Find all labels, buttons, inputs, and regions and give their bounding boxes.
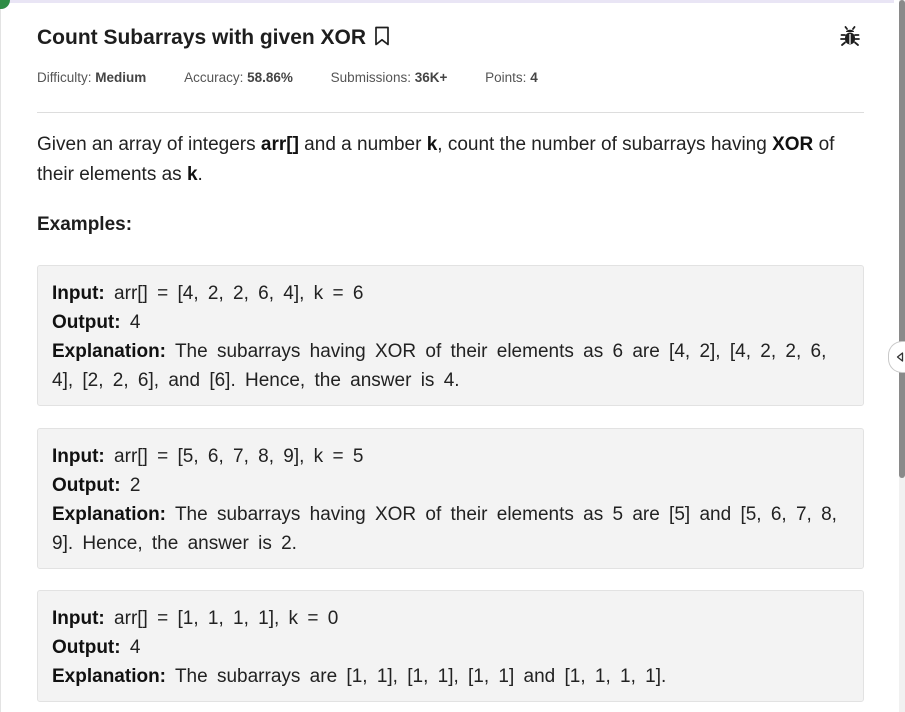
input-value: arr[] = [5, 6, 7, 8, 9], k = 5 xyxy=(114,446,364,467)
bookmark-icon[interactable] xyxy=(374,26,390,50)
input-label: Input: xyxy=(52,446,105,467)
collapse-panel-button[interactable] xyxy=(888,341,905,373)
points-value: 4 xyxy=(530,70,538,85)
difficulty: Difficulty: Medium xyxy=(37,70,146,85)
output-value: 4 xyxy=(129,312,141,333)
explanation-label: Explanation: xyxy=(52,341,167,362)
description-text: and a number xyxy=(298,134,427,155)
explanation-value: The subarrays having XOR of their elemen… xyxy=(52,341,827,391)
description-bold: arr[] xyxy=(260,134,299,155)
problem-title: Count Subarrays with given XOR xyxy=(37,26,367,49)
points: Points: 4 xyxy=(485,70,538,85)
description-bold: k xyxy=(426,134,438,155)
example-explanation: Explanation: The subarrays having XOR of… xyxy=(52,500,849,558)
description-bold: XOR xyxy=(772,134,814,155)
output-value: 2 xyxy=(129,475,141,496)
divider xyxy=(37,112,864,113)
title-row: Count Subarrays with given XOR xyxy=(37,24,864,52)
problem-panel: Count Subarrays with given XOR Difficult… xyxy=(0,0,894,712)
difficulty-label: Difficulty: xyxy=(37,70,92,85)
example-output: Output: 4 xyxy=(52,633,849,662)
example-block: Input: arr[] = [1, 1, 1, 1], k = 0 Outpu… xyxy=(37,590,864,702)
description-text: Given an array of integers xyxy=(37,134,261,155)
scrollbar-thumb[interactable] xyxy=(899,0,905,478)
problem-meta: Difficulty: Medium Accuracy: 58.86% Subm… xyxy=(37,70,572,85)
submissions-label: Submissions: xyxy=(330,70,411,85)
accuracy-value: 58.86% xyxy=(247,70,293,85)
output-label: Output: xyxy=(52,312,121,333)
description-bold: k xyxy=(186,164,198,185)
example-block: Input: arr[] = [5, 6, 7, 8, 9], k = 5 Ou… xyxy=(37,428,864,569)
corner-badge xyxy=(0,0,10,9)
explanation-label: Explanation: xyxy=(52,666,167,687)
difficulty-value: Medium xyxy=(95,70,147,85)
submissions-value: 36K+ xyxy=(414,70,448,85)
example-block: Input: arr[] = [4, 2, 2, 6, 4], k = 6 Ou… xyxy=(37,265,864,406)
problem-description: Given an array of integers arr[] and a n… xyxy=(37,130,864,190)
example-explanation: Explanation: The subarrays are [1, 1], [… xyxy=(52,662,849,691)
example-explanation: Explanation: The subarrays having XOR of… xyxy=(52,337,849,395)
input-label: Input: xyxy=(52,608,105,629)
output-value: 4 xyxy=(129,637,141,658)
example-output: Output: 2 xyxy=(52,471,849,500)
input-value: arr[] = [4, 2, 2, 6, 4], k = 6 xyxy=(114,283,364,304)
explanation-value: The subarrays are [1, 1], [1, 1], [1, 1]… xyxy=(174,666,667,687)
input-label: Input: xyxy=(52,283,105,304)
description-text: . xyxy=(197,164,203,185)
example-output: Output: 4 xyxy=(52,308,849,337)
accuracy: Accuracy: 58.86% xyxy=(184,70,293,85)
accuracy-label: Accuracy: xyxy=(184,70,244,85)
bug-icon[interactable] xyxy=(840,26,860,52)
output-label: Output: xyxy=(52,475,121,496)
explanation-label: Explanation: xyxy=(52,504,167,525)
points-label: Points: xyxy=(485,70,527,85)
explanation-value: The subarrays having XOR of their elemen… xyxy=(52,504,837,554)
input-value: arr[] = [1, 1, 1, 1], k = 0 xyxy=(114,608,339,629)
top-border xyxy=(1,0,894,3)
example-input: Input: arr[] = [5, 6, 7, 8, 9], k = 5 xyxy=(52,442,849,471)
output-label: Output: xyxy=(52,637,121,658)
example-input: Input: arr[] = [4, 2, 2, 6, 4], k = 6 xyxy=(52,279,849,308)
description-text: , count the number of subarrays having xyxy=(437,134,773,155)
example-input: Input: arr[] = [1, 1, 1, 1], k = 0 xyxy=(52,604,849,633)
examples-heading: Examples: xyxy=(37,214,133,235)
submissions: Submissions: 36K+ xyxy=(331,70,448,85)
